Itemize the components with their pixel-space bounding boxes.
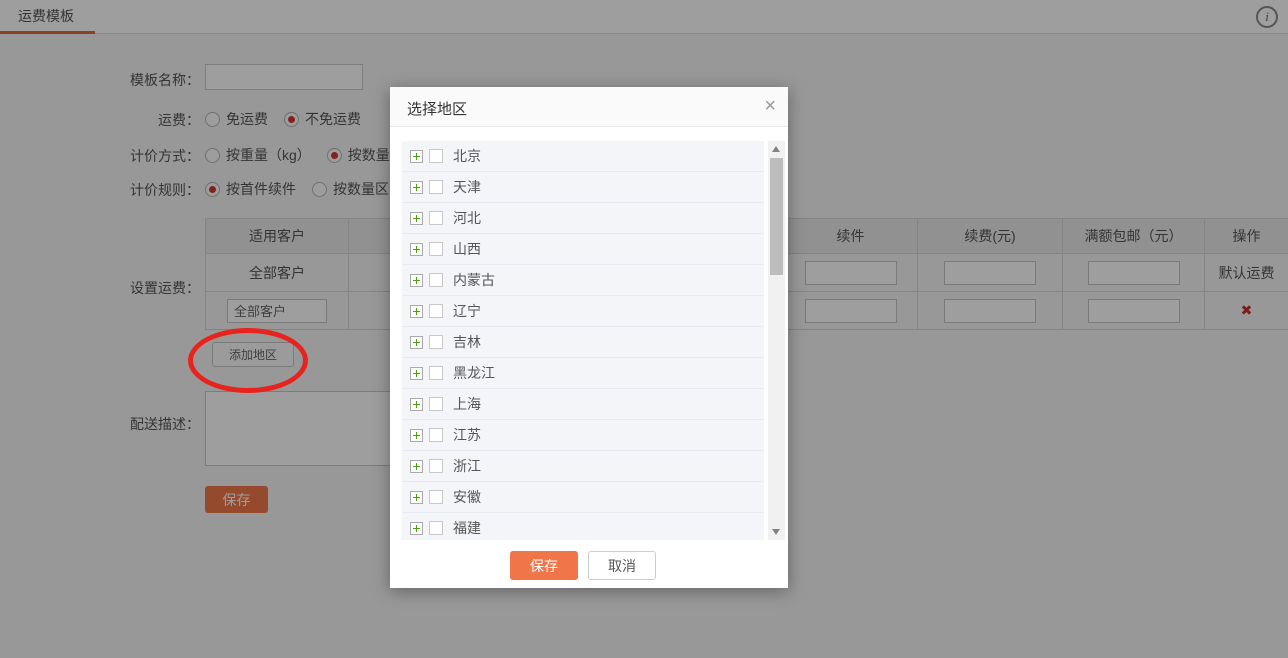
region-checkbox[interactable]	[429, 459, 443, 473]
expand-plus-icon[interactable]	[410, 149, 423, 163]
region-checkbox[interactable]	[429, 397, 443, 411]
region-checkbox[interactable]	[429, 521, 443, 535]
expand-plus-icon[interactable]	[410, 428, 423, 442]
expand-plus-icon[interactable]	[410, 304, 423, 318]
expand-plus-icon[interactable]	[410, 273, 423, 287]
region-row: 天津	[402, 172, 764, 203]
plus-bar	[415, 493, 418, 501]
region-label: 山西	[453, 241, 481, 257]
modal-cancel-button[interactable]: 取消	[588, 551, 656, 580]
modal-title: 选择地区	[407, 101, 468, 118]
region-row: 上海	[402, 389, 764, 420]
expand-plus-icon[interactable]	[410, 180, 423, 194]
region-label: 上海	[453, 396, 481, 412]
region-row: 河北	[402, 203, 764, 234]
plus-bar	[415, 338, 418, 346]
plus-bar	[415, 245, 418, 253]
region-label: 内蒙古	[453, 272, 495, 288]
region-label: 吉林	[453, 334, 481, 350]
plus-bar	[415, 276, 418, 284]
region-label: 安徽	[453, 489, 481, 505]
region-row: 浙江	[402, 451, 764, 482]
modal-header: 选择地区 ×	[390, 87, 788, 127]
region-checkbox[interactable]	[429, 211, 443, 225]
scrollbar[interactable]	[768, 141, 785, 540]
region-checkbox[interactable]	[429, 335, 443, 349]
region-row: 北京	[402, 141, 764, 172]
annotation-red-circle	[188, 328, 308, 393]
plus-bar	[415, 462, 418, 470]
expand-plus-icon[interactable]	[410, 521, 423, 535]
region-rows: 北京天津河北山西内蒙古辽宁吉林黑龙江上海江苏浙江安徽福建	[402, 141, 764, 540]
region-row: 江苏	[402, 420, 764, 451]
region-label: 福建	[453, 520, 481, 536]
region-row: 福建	[402, 513, 764, 540]
plus-bar	[415, 214, 418, 222]
plus-bar	[415, 369, 418, 377]
region-row: 山西	[402, 234, 764, 265]
plus-bar	[415, 431, 418, 439]
expand-plus-icon[interactable]	[410, 335, 423, 349]
plus-bar	[415, 152, 418, 160]
region-checkbox[interactable]	[429, 366, 443, 380]
region-label: 浙江	[453, 458, 481, 474]
region-row: 辽宁	[402, 296, 764, 327]
scrollbar-down-icon[interactable]	[772, 529, 780, 535]
region-label: 黑龙江	[453, 365, 495, 381]
region-row: 黑龙江	[402, 358, 764, 389]
expand-plus-icon[interactable]	[410, 366, 423, 380]
region-row: 内蒙古	[402, 265, 764, 296]
plus-bar	[415, 183, 418, 191]
expand-plus-icon[interactable]	[410, 397, 423, 411]
region-label: 北京	[453, 148, 481, 164]
plus-bar	[415, 307, 418, 315]
region-row: 吉林	[402, 327, 764, 358]
region-label: 河北	[453, 210, 481, 226]
plus-bar	[415, 400, 418, 408]
region-checkbox[interactable]	[429, 242, 443, 256]
region-checkbox[interactable]	[429, 428, 443, 442]
region-checkbox[interactable]	[429, 490, 443, 504]
region-label: 天津	[453, 179, 481, 195]
region-checkbox[interactable]	[429, 149, 443, 163]
plus-bar	[415, 524, 418, 532]
region-list: 北京天津河北山西内蒙古辽宁吉林黑龙江上海江苏浙江安徽福建	[402, 141, 785, 540]
region-checkbox[interactable]	[429, 180, 443, 194]
expand-plus-icon[interactable]	[410, 490, 423, 504]
scrollbar-up-icon[interactable]	[772, 146, 780, 152]
region-checkbox[interactable]	[429, 273, 443, 287]
region-label: 江苏	[453, 427, 481, 443]
region-row: 安徽	[402, 482, 764, 513]
region-checkbox[interactable]	[429, 304, 443, 318]
expand-plus-icon[interactable]	[410, 459, 423, 473]
shipping-template-page: 运费模板 i 模板名称： 运费： 计价方式： 计价规则： 设置运费： 配送描述：…	[0, 0, 1288, 658]
expand-plus-icon[interactable]	[410, 242, 423, 256]
expand-plus-icon[interactable]	[410, 211, 423, 225]
select-region-modal: 选择地区 × 北京天津河北山西内蒙古辽宁吉林黑龙江上海江苏浙江安徽福建 保存 取…	[390, 87, 788, 588]
region-label: 辽宁	[453, 303, 481, 319]
modal-save-button[interactable]: 保存	[510, 551, 578, 580]
close-icon[interactable]: ×	[764, 94, 776, 118]
scrollbar-thumb[interactable]	[770, 158, 783, 275]
